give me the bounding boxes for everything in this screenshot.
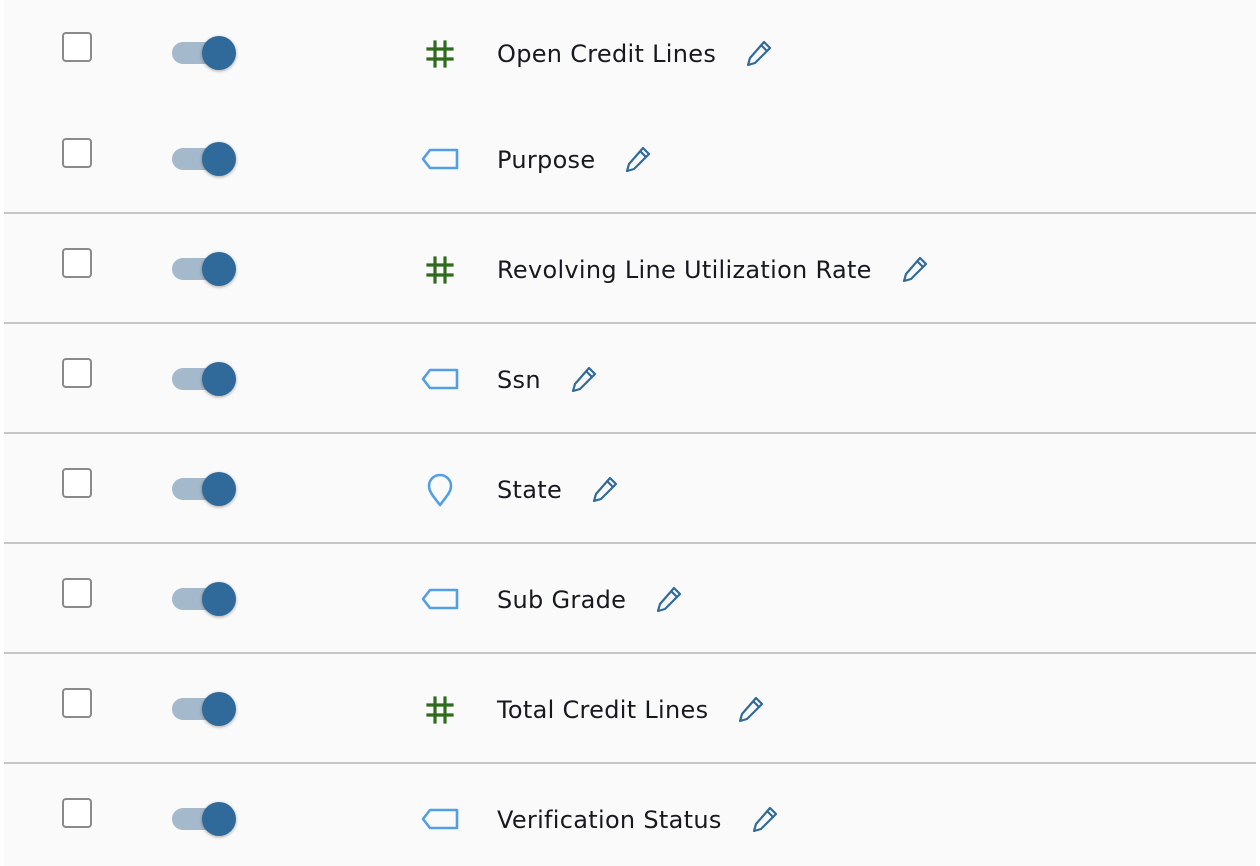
field-row: Purpose (4, 104, 1256, 214)
row-select-checkbox[interactable] (62, 358, 92, 388)
toggle-thumb (202, 802, 236, 836)
field-label: Revolving Line Utilization Rate (497, 256, 872, 284)
field-row: Total Credit Lines (4, 654, 1256, 764)
field-row: Verification Status (4, 764, 1256, 866)
tag-icon (420, 580, 460, 620)
pencil-icon[interactable] (623, 144, 653, 176)
hash-icon (420, 690, 460, 730)
field-enabled-toggle[interactable] (172, 34, 238, 72)
row-select-checkbox[interactable] (62, 248, 92, 278)
field-name: Verification Status (497, 800, 780, 840)
field-row: State (4, 434, 1256, 544)
row-select-checkbox[interactable] (62, 578, 92, 608)
toggle-thumb (202, 582, 236, 616)
field-enabled-toggle[interactable] (172, 470, 238, 508)
field-row: Open Credit Lines (4, 4, 1256, 114)
field-label: Purpose (497, 146, 596, 174)
field-label: Sub Grade (497, 586, 627, 614)
field-name: Revolving Line Utilization Rate (497, 250, 930, 290)
pencil-icon[interactable] (744, 38, 774, 70)
hash-icon (420, 250, 460, 290)
pencil-icon[interactable] (590, 474, 620, 506)
field-name: Purpose (497, 140, 653, 180)
field-name: Total Credit Lines (497, 690, 766, 730)
field-enabled-toggle[interactable] (172, 140, 238, 178)
tag-icon (420, 800, 460, 840)
field-label: Open Credit Lines (497, 40, 717, 68)
field-name: Open Credit Lines (497, 34, 774, 74)
field-label: Verification Status (497, 806, 722, 834)
toggle-thumb (202, 692, 236, 726)
pencil-icon[interactable] (569, 364, 599, 396)
field-enabled-toggle[interactable] (172, 690, 238, 728)
row-select-checkbox[interactable] (62, 798, 92, 828)
toggle-thumb (202, 142, 236, 176)
field-list: Open Credit Lines Purpose Revolving Line… (4, 0, 1256, 866)
pencil-icon[interactable] (654, 584, 684, 616)
map-pin-icon (420, 470, 460, 510)
hash-icon (420, 34, 460, 74)
toggle-thumb (202, 362, 236, 396)
toggle-thumb (202, 36, 236, 70)
field-enabled-toggle[interactable] (172, 800, 238, 838)
field-name: Sub Grade (497, 580, 684, 620)
field-enabled-toggle[interactable] (172, 580, 238, 618)
pencil-icon[interactable] (900, 254, 930, 286)
field-enabled-toggle[interactable] (172, 250, 238, 288)
row-select-checkbox[interactable] (62, 468, 92, 498)
pencil-icon[interactable] (736, 694, 766, 726)
field-enabled-toggle[interactable] (172, 360, 238, 398)
field-name: Ssn (497, 360, 599, 400)
toggle-thumb (202, 252, 236, 286)
row-select-checkbox[interactable] (62, 688, 92, 718)
field-row: Ssn (4, 324, 1256, 434)
tag-icon (420, 360, 460, 400)
field-label: Total Credit Lines (497, 696, 709, 724)
row-select-checkbox[interactable] (62, 138, 92, 168)
tag-icon (420, 140, 460, 180)
field-label: Ssn (497, 366, 541, 394)
toggle-thumb (202, 472, 236, 506)
row-select-checkbox[interactable] (62, 32, 92, 62)
field-name: State (497, 470, 620, 510)
field-row: Revolving Line Utilization Rate (4, 214, 1256, 324)
field-row: Sub Grade (4, 544, 1256, 654)
field-label: State (497, 476, 563, 504)
pencil-icon[interactable] (750, 804, 780, 836)
